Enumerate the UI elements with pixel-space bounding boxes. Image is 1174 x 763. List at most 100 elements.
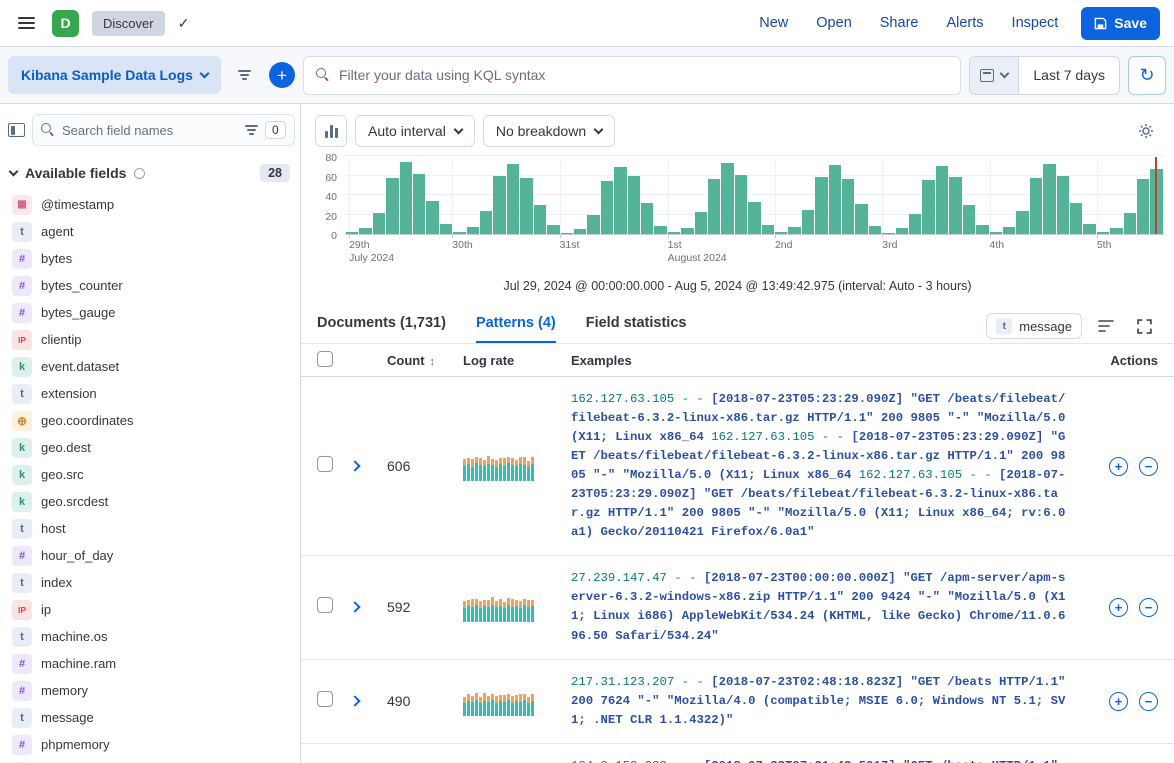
field-name: @timestamp <box>41 197 114 212</box>
field-item-hour_of_day[interactable]: #hour_of_day <box>8 542 292 569</box>
pattern-example: 162.127.63.105 - - [2018-07-23T05:23:29.… <box>571 390 1082 542</box>
log-rate-sparkline <box>463 592 571 622</box>
tab-patterns[interactable]: Patterns (4) <box>476 309 556 343</box>
field-item-agent[interactable]: tagent <box>8 218 292 245</box>
current-time-marker <box>1155 157 1157 234</box>
toggle-chart-button[interactable] <box>315 115 347 147</box>
interval-select[interactable]: Auto interval <box>355 115 475 147</box>
sort-icon[interactable]: ↕ <box>430 356 436 368</box>
refresh-button[interactable]: ↻ <box>1128 56 1166 95</box>
tab-field-statistics[interactable]: Field statistics <box>586 309 687 343</box>
nav-link-inspect[interactable]: Inspect <box>1012 15 1059 31</box>
histogram-bar <box>346 232 358 234</box>
number-field-type-icon: # <box>12 249 32 269</box>
field-item-machine.os[interactable]: tmachine.os <box>8 623 292 650</box>
field-item-message[interactable]: tmessage <box>8 704 292 731</box>
panel-icon <box>8 123 25 137</box>
field-item-extension[interactable]: textension <box>8 380 292 407</box>
field-item-memory[interactable]: #memory <box>8 677 292 704</box>
nav-link-new[interactable]: New <box>759 15 788 31</box>
date-picker-button[interactable] <box>970 57 1019 94</box>
filter-for-pattern-button[interactable]: + <box>1109 457 1128 476</box>
nav-link-open[interactable]: Open <box>816 15 851 31</box>
field-item-host[interactable]: thost <box>8 515 292 542</box>
histogram-bar <box>628 176 640 234</box>
expand-row-icon[interactable] <box>349 695 360 706</box>
field-item-bytes_gauge[interactable]: #bytes_gauge <box>8 299 292 326</box>
field-item-phpmemory[interactable]: #phpmemory <box>8 731 292 758</box>
histogram-bar <box>802 210 814 234</box>
histogram-bar <box>587 215 599 234</box>
filter-for-pattern-button[interactable]: + <box>1109 598 1128 617</box>
ip-field-type-icon: IP <box>12 600 32 620</box>
histogram-bar <box>493 176 505 234</box>
field-item-@timestamp[interactable]: ▦@timestamp <box>8 191 292 218</box>
gear-icon <box>1138 123 1154 139</box>
tabs-right-controls: t message <box>986 312 1158 340</box>
fullscreen-button[interactable] <box>1130 312 1158 340</box>
time-range-button[interactable]: Last 7 days <box>1019 57 1119 94</box>
histogram-bars <box>345 157 1164 234</box>
row-checkbox[interactable] <box>317 456 333 472</box>
field-item-geo.dest[interactable]: kgeo.dest <box>8 434 292 461</box>
available-fields-info-icon[interactable] <box>134 168 145 179</box>
field-name: geo.src <box>41 467 84 482</box>
filter-out-pattern-button[interactable]: − <box>1139 692 1158 711</box>
keyword-field-type-icon: k <box>12 492 32 512</box>
filter-out-pattern-button[interactable]: − <box>1139 457 1158 476</box>
breakdown-select[interactable]: No breakdown <box>483 115 615 147</box>
field-item-clientip[interactable]: IPclientip <box>8 326 292 353</box>
count-column-header[interactable]: Count↕ <box>387 353 463 368</box>
field-item-geo.coordinates[interactable]: ⊕geo.coordinates <box>8 407 292 434</box>
y-tick-label: 20 <box>325 211 337 223</box>
tab-documents[interactable]: Documents (1,731) <box>317 309 446 343</box>
field-item-referer[interactable]: treferer <box>8 758 292 763</box>
selected-field-badge[interactable]: t message <box>986 313 1082 339</box>
filter-out-pattern-button[interactable]: − <box>1139 598 1158 617</box>
kql-search-input[interactable] <box>339 67 948 83</box>
number-field-type-icon: # <box>12 546 32 566</box>
nav-link-share[interactable]: Share <box>880 15 919 31</box>
field-name: index <box>41 575 72 590</box>
field-item-bytes_counter[interactable]: #bytes_counter <box>8 272 292 299</box>
chart-options-button[interactable] <box>1130 115 1162 147</box>
nav-link-alerts[interactable]: Alerts <box>946 15 983 31</box>
add-filter-button[interactable]: + <box>269 62 295 88</box>
field-item-geo.src[interactable]: kgeo.src <box>8 461 292 488</box>
histogram-bar <box>735 175 747 234</box>
available-fields-header[interactable]: Available fields 28 <box>0 156 300 191</box>
filter-button[interactable] <box>229 57 261 93</box>
field-item-index[interactable]: tindex <box>8 569 292 596</box>
field-list: ▦@timestamptagent#bytes#bytes_counter#by… <box>0 191 300 763</box>
field-item-bytes[interactable]: #bytes <box>8 245 292 272</box>
space-avatar[interactable]: D <box>52 10 79 37</box>
field-item-geo.srcdest[interactable]: kgeo.srcdest <box>8 488 292 515</box>
expand-row-icon[interactable] <box>349 461 360 472</box>
row-checkbox[interactable] <box>317 597 333 613</box>
field-item-ip[interactable]: IPip <box>8 596 292 623</box>
select-all-checkbox[interactable] <box>317 351 333 367</box>
field-name: bytes_counter <box>41 278 123 293</box>
row-checkbox[interactable] <box>317 691 333 707</box>
collapse-sidebar-button[interactable] <box>8 114 25 146</box>
menu-icon[interactable] <box>14 13 39 33</box>
checkmark-icon: ✓ <box>178 15 190 32</box>
pattern-count: 592 <box>387 599 463 615</box>
expand-row-icon[interactable] <box>349 602 360 613</box>
field-item-machine.ram[interactable]: #machine.ram <box>8 650 292 677</box>
histogram-bar <box>1057 176 1069 234</box>
field-item-event.dataset[interactable]: kevent.dataset <box>8 353 292 380</box>
save-button[interactable]: Save <box>1081 7 1160 40</box>
field-search-input[interactable] <box>62 123 238 138</box>
field-filter-count[interactable]: 0 <box>265 121 286 139</box>
kql-search-bar[interactable] <box>303 56 961 95</box>
filter-for-pattern-button[interactable]: + <box>1109 692 1128 711</box>
field-filter-icon[interactable] <box>245 125 258 135</box>
breadcrumb[interactable]: Discover <box>92 11 165 36</box>
display-options-button[interactable] <box>1092 312 1120 340</box>
histogram-chart[interactable]: 020406080 29thJuly 202430th31st1stAugust… <box>315 157 1168 273</box>
pattern-example: 184.0.152.233 - - [2018-07-23T07:21:43.5… <box>571 757 1082 763</box>
selected-field-label: message <box>1019 319 1072 334</box>
histogram-y-axis: 020406080 <box>315 157 339 235</box>
data-view-picker[interactable]: Kibana Sample Data Logs <box>8 56 221 94</box>
